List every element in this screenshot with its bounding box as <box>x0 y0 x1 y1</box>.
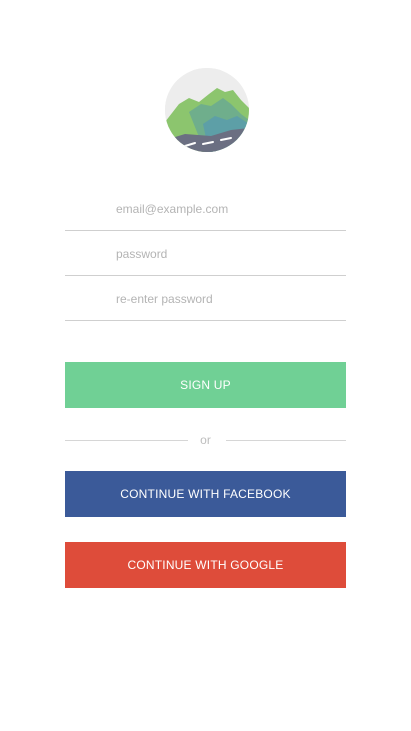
email-field[interactable] <box>65 187 346 231</box>
sign-up-button[interactable]: SIGN UP <box>65 362 346 408</box>
or-divider: or <box>65 432 346 450</box>
continue-with-google-button[interactable]: CONTINUE WITH GOOGLE <box>65 542 346 588</box>
app-logo <box>165 68 249 152</box>
password-field[interactable] <box>65 232 346 276</box>
mountain-landscape-icon <box>165 68 249 152</box>
password-input[interactable] <box>65 232 346 275</box>
divider-line-right <box>226 440 346 441</box>
reenter-password-field[interactable] <box>65 277 346 321</box>
email-input[interactable] <box>65 187 346 230</box>
continue-with-facebook-button[interactable]: CONTINUE WITH FACEBOOK <box>65 471 346 517</box>
reenter-password-input[interactable] <box>65 277 346 320</box>
